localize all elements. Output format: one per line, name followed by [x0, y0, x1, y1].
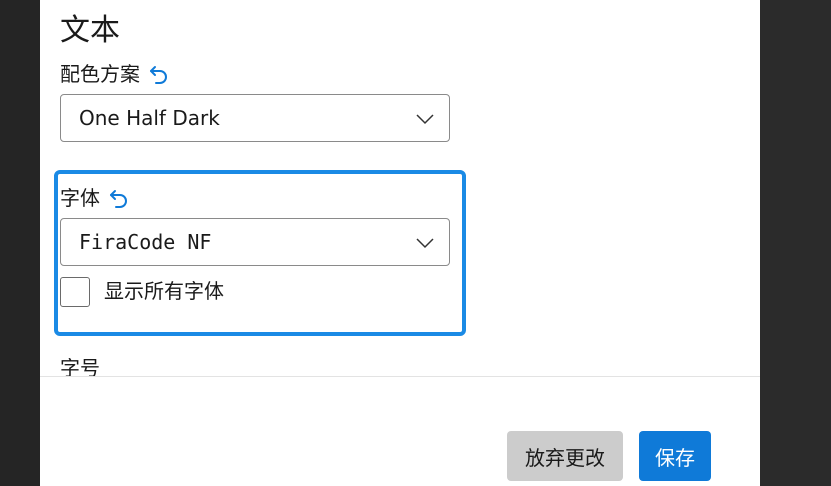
show-all-fonts-label[interactable]: 显示所有字体 [104, 281, 224, 301]
font-face-value: FiraCode NF [79, 230, 212, 254]
left-background-strip [0, 0, 40, 486]
footer-bar: 放弃更改 保存 [40, 376, 760, 486]
settings-panel: 文本 配色方案 One Half Dark 字体 FiraCode NF 显示所… [40, 0, 760, 486]
right-background-strip [760, 0, 831, 486]
save-button[interactable]: 保存 [639, 431, 711, 481]
font-face-label: 字体 [60, 186, 100, 210]
color-scheme-dropdown[interactable]: One Half Dark [60, 94, 450, 142]
discard-changes-button[interactable]: 放弃更改 [507, 431, 623, 481]
reset-undo-icon[interactable] [148, 63, 170, 85]
section-title: 文本 [60, 13, 120, 48]
show-all-fonts-checkbox[interactable] [60, 277, 90, 307]
font-face-dropdown[interactable]: FiraCode NF [60, 218, 450, 266]
font-face-label-row: 字体 [60, 187, 130, 209]
color-scheme-label-row: 配色方案 [60, 63, 170, 85]
color-scheme-value: One Half Dark [79, 106, 220, 130]
chevron-down-icon [416, 238, 434, 249]
chevron-down-icon [416, 114, 434, 125]
reset-undo-icon[interactable] [108, 187, 130, 209]
color-scheme-label: 配色方案 [60, 62, 140, 86]
font-size-label: 字号 [60, 358, 100, 376]
